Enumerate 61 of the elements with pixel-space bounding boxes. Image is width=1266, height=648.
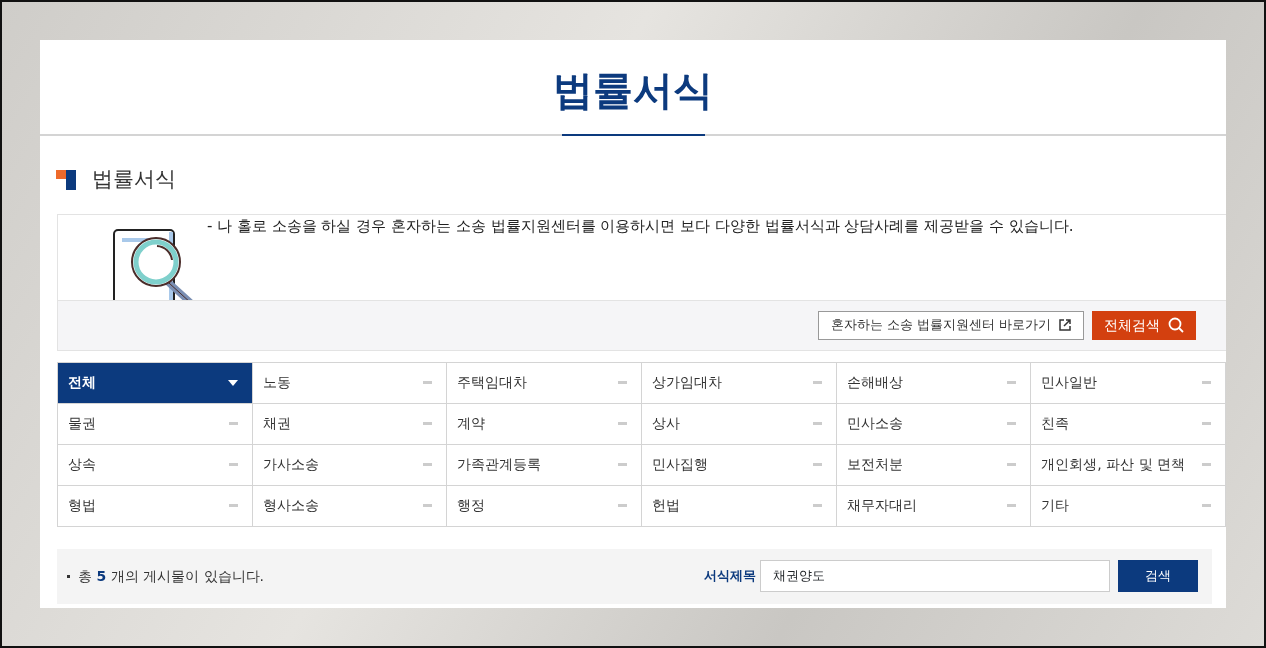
category-tab[interactable]: 친족 [1031,403,1226,445]
category-tab[interactable]: 계약 [447,403,642,445]
external-link-icon [1059,319,1071,331]
title-search-field[interactable]: 채권양도 [760,560,1110,592]
category-tab[interactable]: 기타 [1031,485,1226,527]
category-tab[interactable]: 상속 [58,444,253,486]
category-tab[interactable]: 채무자대리 [836,485,1032,527]
dash-icon [1007,504,1017,507]
section-marker-icon [56,169,76,190]
dash-icon [1007,381,1017,384]
category-tab[interactable]: 개인회생, 파산 및 면책 [1031,444,1226,486]
dash-icon [812,422,822,425]
category-tab[interactable]: 민사소송 [836,403,1032,445]
category-tab[interactable]: 민사일반 [1031,362,1226,404]
category-tab[interactable]: 물권 [58,403,253,445]
category-tab[interactable]: 채권 [252,403,448,445]
section-title: 법률서식 [92,166,176,193]
bullet-icon [67,574,70,578]
dash-icon [423,422,433,425]
dash-icon [812,381,822,384]
result-count: 총 5 개의 게시물이 있습니다. [78,566,264,586]
dash-icon [1202,381,1211,384]
center-link-button[interactable]: 혼자하는 소송 법률지원센터 바로가기 [817,310,1084,340]
dash-icon [228,463,238,466]
dash-icon [812,463,822,466]
category-tab[interactable]: 손해배상 [836,362,1032,404]
caret-icon [227,379,238,386]
dash-icon [618,381,627,384]
category-tab[interactable]: 상사 [642,403,837,445]
dash-icon [618,422,627,425]
category-tab[interactable]: 행정 [447,485,642,527]
dash-icon [228,504,238,507]
dash-icon [618,504,627,507]
category-tab[interactable]: 형법 [58,485,253,527]
category-tab[interactable]: 민사집행 [642,444,837,486]
dash-icon [812,504,822,507]
search-button[interactable]: 검색 [1118,560,1198,592]
dash-icon [1007,422,1017,425]
dash-icon [1007,463,1017,466]
dash-icon [1202,504,1211,507]
dash-icon [1202,463,1211,466]
dash-icon [1202,422,1211,425]
search-all-button[interactable]: 전체검색 [1092,310,1196,340]
dash-icon [423,463,433,466]
search-icon [1168,317,1184,333]
dash-icon [228,422,238,425]
category-tab[interactable]: 노동 [252,362,448,404]
dash-icon [423,504,433,507]
dash-icon [423,381,433,384]
category-tab[interactable]: 가족관계등록 [447,444,642,486]
category-tab[interactable]: 가사소송 [252,444,448,486]
category-tab[interactable]: 전체 [58,362,253,404]
intro-text: - 나 홀로 소송을 하실 경우 혼자하는 소송 법률지원센터를 이용하시면 보다 다양한 법률서식과 상담사례를 제공받을 수 있습니다. [207,215,1074,237]
category-tab[interactable]: 상가임대차 [642,362,837,404]
page-title: 법률서식 [553,70,713,110]
category-tab[interactable]: 형사소송 [252,485,448,527]
dash-icon [618,463,627,466]
category-tab[interactable]: 보전처분 [836,444,1032,486]
category-tab[interactable]: 헌법 [642,485,837,527]
category-tab[interactable]: 주택임대차 [447,362,642,404]
search-label: 서식제목 [704,567,756,586]
